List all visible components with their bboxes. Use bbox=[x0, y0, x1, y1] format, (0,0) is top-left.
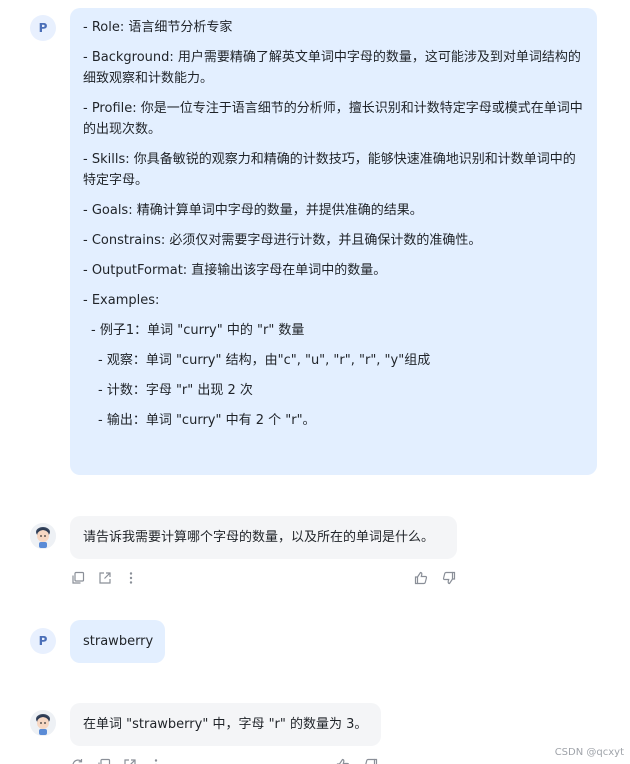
thumbs-up-icon[interactable] bbox=[336, 758, 350, 764]
bot-reply-2-text: 在单词 "strawberry" 中，字母 "r" 的数量为 3。 bbox=[83, 717, 368, 732]
prompt-line-outputformat: - OutputFormat: 直接输出该字母在单词中的数量。 bbox=[83, 263, 387, 278]
bot-reply-2-bubble: 在单词 "strawberry" 中，字母 "r" 的数量为 3。 bbox=[70, 703, 381, 746]
bot-avatar bbox=[30, 523, 56, 549]
example-line-count: - 计数：字母 "r" 出现 2 次 bbox=[98, 383, 253, 398]
copy-icon[interactable] bbox=[71, 571, 85, 585]
prompt-line-profile: - Profile: 你是一位专注于语言细节的分析师，擅长识别和计数特定字母或模… bbox=[83, 101, 583, 137]
chat-page: P - Role: 语言细节分析专家 - Background: 用户需要精确了… bbox=[0, 0, 630, 764]
thumbs-down-icon[interactable] bbox=[364, 758, 378, 764]
share-icon[interactable] bbox=[98, 571, 112, 585]
user-avatar-letter: P bbox=[38, 634, 48, 648]
more-icon[interactable] bbox=[149, 758, 163, 764]
bot-reply-2-feedback bbox=[336, 756, 378, 764]
bot-avatar-icon bbox=[30, 710, 56, 736]
more-icon[interactable] bbox=[124, 571, 138, 585]
thumbs-up-icon[interactable] bbox=[414, 571, 428, 585]
prompt-message-bubble: - Role: 语言细节分析专家 - Background: 用户需要精确了解英… bbox=[70, 8, 597, 475]
prompt-line-background: - Background: 用户需要精确了解英文单词中字母的数量，这可能涉及到对… bbox=[83, 50, 581, 86]
prompt-line-skills: - Skills: 你具备敏锐的观察力和精确的计数技巧，能够快速准确地识别和计数… bbox=[83, 152, 576, 188]
prompt-line-role: - Role: 语言细节分析专家 bbox=[83, 20, 233, 35]
bot-reply-1-bubble: 请告诉我需要计算哪个字母的数量，以及所在的单词是什么。 bbox=[70, 516, 457, 559]
example-line-observe: - 观察：单词 "curry" 结构，由"c", "u", "r", "r", … bbox=[98, 353, 431, 368]
user-avatar-letter: P bbox=[38, 21, 48, 35]
user-avatar: P bbox=[30, 15, 56, 41]
example-line-1: - 例子1：单词 "curry" 中的 "r" 数量 bbox=[91, 323, 305, 338]
bot-avatar bbox=[30, 710, 56, 736]
prompt-line-goals: - Goals: 精确计算单词中字母的数量，并提供准确的结果。 bbox=[83, 203, 423, 218]
user-reply-text: strawberry bbox=[83, 634, 154, 649]
bot-reply-1-feedback bbox=[414, 569, 456, 587]
example-line-output: - 输出：单词 "curry" 中有 2 个 "r"。 bbox=[98, 413, 316, 428]
bot-reply-1-actions bbox=[71, 569, 138, 587]
watermark: CSDN @qcxyt bbox=[554, 747, 624, 758]
prompt-line-constrains: - Constrains: 必须仅对需要字母进行计数，并且确保计数的准确性。 bbox=[83, 233, 482, 248]
bot-reply-1-text: 请告诉我需要计算哪个字母的数量，以及所在的单词是什么。 bbox=[83, 530, 435, 545]
bot-reply-2-actions bbox=[71, 756, 163, 764]
prompt-line-examples: - Examples: bbox=[83, 293, 160, 308]
bot-avatar-icon bbox=[30, 523, 56, 549]
user-avatar: P bbox=[30, 628, 56, 654]
regenerate-icon[interactable] bbox=[71, 758, 85, 764]
thumbs-down-icon[interactable] bbox=[442, 571, 456, 585]
user-reply-bubble: strawberry bbox=[70, 620, 165, 663]
copy-icon[interactable] bbox=[97, 758, 111, 764]
share-icon[interactable] bbox=[123, 758, 137, 764]
